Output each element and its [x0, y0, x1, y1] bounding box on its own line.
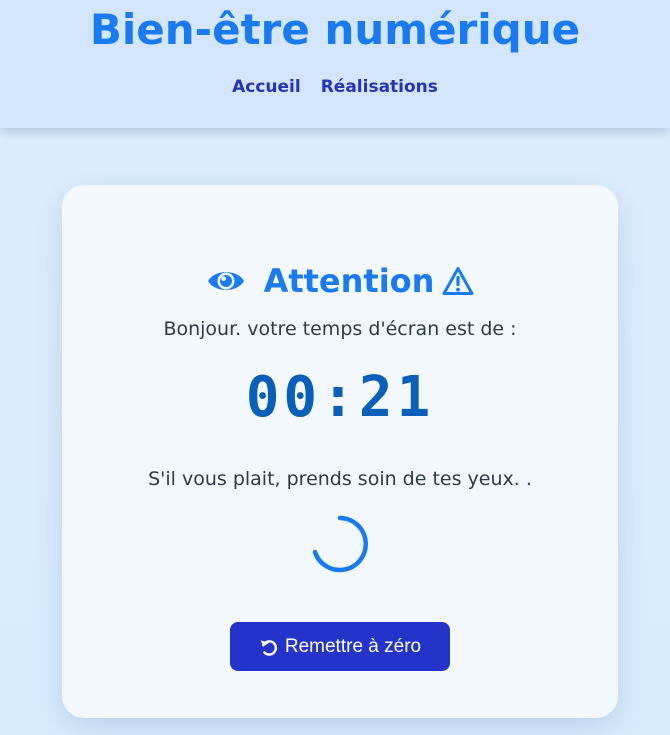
nav-link-accueil[interactable]: Accueil	[232, 76, 301, 98]
screen-time-greeting: Bonjour. votre temps d'écran est de :	[163, 318, 517, 340]
attention-heading: Attention	[62, 263, 618, 299]
site-title: Bien-être numérique	[89, 5, 581, 54]
main-nav: Accueil Réalisations	[0, 76, 670, 98]
eye-icon	[207, 272, 244, 290]
rotate-ccw-icon	[260, 639, 277, 656]
warning-icon	[442, 267, 474, 295]
eye-care-message: S'il vous plait, prends soin de tes yeux…	[148, 468, 532, 490]
attention-title: Attention	[263, 262, 435, 300]
site-header: Bien-être numérique Accueil Réalisations	[0, 0, 670, 128]
reset-button-label: Remettre à zéro	[284, 635, 422, 657]
nav-link-realisations[interactable]: Réalisations	[321, 76, 438, 98]
screen-time-card: Attention Bonjour. votre temps d'écran e…	[62, 185, 618, 718]
reset-button[interactable]: Remettre à zéro	[230, 622, 450, 671]
spinner-icon	[312, 515, 368, 573]
screen-time-timer: 00:21	[245, 365, 435, 430]
